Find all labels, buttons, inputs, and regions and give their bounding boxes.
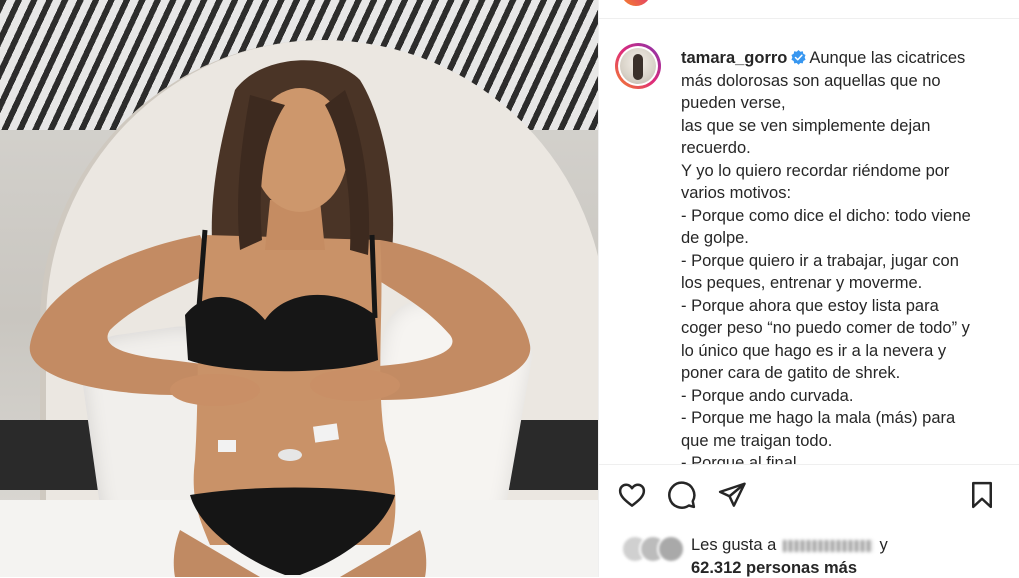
- verified-badge-icon: [791, 50, 806, 65]
- author-avatar-image: [620, 48, 656, 84]
- caption-line: coger peso “no puedo comer de todo” y: [681, 319, 970, 337]
- caption-line: Aunque las cicatrices: [809, 49, 966, 67]
- heart-icon: [618, 483, 646, 507]
- author-avatar[interactable]: [615, 43, 661, 89]
- post-actions-bar: [599, 478, 1019, 518]
- caption-scroll-area[interactable]: tamara_gorro Aunque las cicatrices más d…: [599, 19, 1019, 464]
- save-button[interactable]: [967, 480, 999, 512]
- caption-line: que me traigan todo.: [681, 431, 833, 450]
- post-caption: tamara_gorro Aunque las cicatrices más d…: [681, 47, 1001, 464]
- share-icon: [718, 482, 746, 507]
- caption-line: - Porque quiero ir a trabajar, jugar con: [681, 251, 959, 270]
- comment-icon: [668, 481, 696, 509]
- header-avatar-ring[interactable]: [621, 0, 651, 6]
- post-header-strip: [599, 0, 1019, 19]
- likes-summary[interactable]: Les gusta a y 62.312 personas más: [599, 530, 1019, 577]
- caption-line: los peques, entrenar y moverme.: [681, 274, 923, 292]
- likes-suffix: y: [879, 536, 888, 554]
- caption-line: - Porque ando curvada.: [681, 386, 854, 405]
- post-side-panel: tamara_gorro Aunque las cicatrices más d…: [598, 0, 1019, 577]
- caption-line: varios motivos:: [681, 184, 792, 202]
- actions-divider: [599, 464, 1019, 465]
- caption-line: Y yo lo quiero recordar riéndome por: [681, 161, 950, 180]
- caption-line: las que se ven simplemente dejan: [681, 116, 931, 135]
- liker-avatars: [621, 533, 685, 563]
- author-avatar-inner: [618, 46, 658, 86]
- caption-line: pueden verse,: [681, 94, 786, 112]
- likes-count[interactable]: 62.312 personas más: [691, 559, 857, 578]
- photo-person-figure: [29, 60, 531, 577]
- liker-avatar: [657, 535, 685, 563]
- liker-username-blurred[interactable]: [782, 539, 873, 552]
- caption-line: poner cara de gatito de shrek.: [681, 364, 901, 382]
- caption-line: lo único que hago es ir a la nevera y: [681, 341, 947, 360]
- like-button[interactable]: [617, 480, 649, 512]
- caption-line: recuerdo.: [681, 139, 751, 157]
- share-button[interactable]: [717, 480, 749, 512]
- post-photo[interactable]: [0, 0, 598, 577]
- caption-line: - Porque ahora que estoy lista para: [681, 296, 939, 315]
- bookmark-icon: [972, 481, 992, 509]
- caption-line: - Porque me hago la mala (más) para: [681, 409, 956, 427]
- comment-button[interactable]: [667, 480, 699, 512]
- caption-line: más dolorosas son aquellas que no: [681, 71, 941, 90]
- likes-text-line: Les gusta a y: [691, 536, 888, 555]
- caption-line: de golpe.: [681, 229, 749, 247]
- caption-line: - Porque al final...: [681, 454, 811, 464]
- caption-line: - Porque como dice el dicho: todo viene: [681, 206, 971, 225]
- likes-prefix: Les gusta a: [691, 536, 777, 554]
- author-username[interactable]: tamara_gorro: [681, 49, 787, 67]
